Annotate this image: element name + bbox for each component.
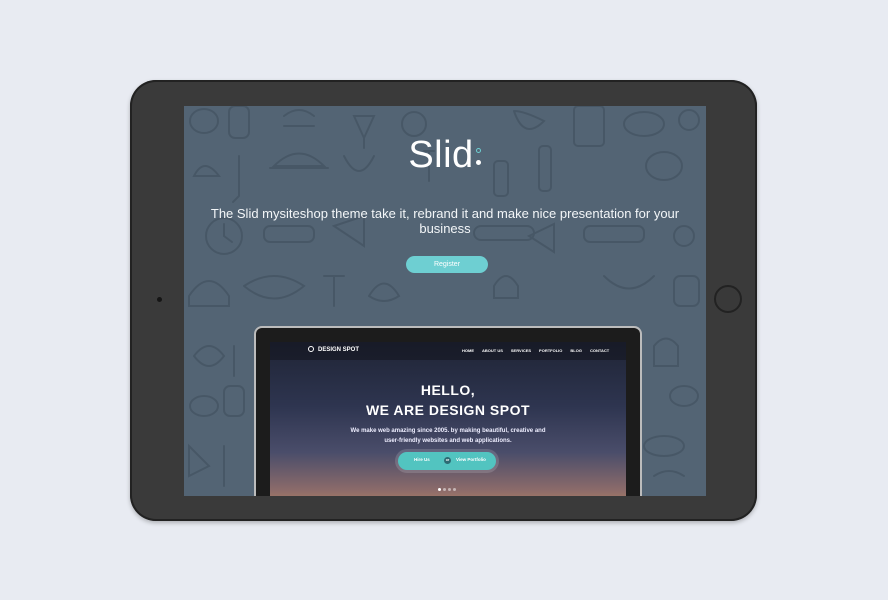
tablet-frame: Slid The Slid mysiteshop theme take it, … <box>130 80 757 521</box>
laptop-nav-menu: HOME ABOUT US SERVICES PORTFOLIO BLOG CO… <box>462 348 609 353</box>
slider-dot[interactable] <box>448 488 451 491</box>
nav-item-portfolio[interactable]: PORTFOLIO <box>539 348 562 353</box>
pattern-shape <box>673 275 700 307</box>
camera-icon <box>157 297 162 302</box>
laptop-mockup: DESIGN SPOT HOME ABOUT US SERVICES PORTF… <box>254 326 642 496</box>
tablet-screen: Slid The Slid mysiteshop theme take it, … <box>184 106 706 496</box>
laptop-cta-group: Hire Us or View Portfolio <box>398 452 496 470</box>
pattern-shape <box>193 345 226 367</box>
slid-logo: Slid <box>184 134 706 177</box>
pattern-shape <box>188 280 230 307</box>
laptop-headline-1: HELLO, <box>420 382 476 398</box>
nav-item-home[interactable]: HOME <box>462 348 474 353</box>
nav-item-about[interactable]: ABOUT US <box>482 348 503 353</box>
pattern-shape <box>669 385 699 407</box>
pattern-shape <box>368 282 401 302</box>
pattern-shape <box>653 470 685 477</box>
pattern-shape <box>603 275 655 290</box>
laptop-headline-2: WE ARE DESIGN SPOT <box>365 402 531 418</box>
pattern-shape <box>223 385 245 417</box>
home-button[interactable] <box>714 285 742 313</box>
laptop-hero-text: We make web amazing since 2005. by makin… <box>340 426 556 446</box>
pattern-shape <box>323 275 345 307</box>
pattern-shape <box>643 435 685 457</box>
hire-us-button[interactable]: Hire Us <box>414 457 430 462</box>
pattern-shape <box>623 111 665 137</box>
nav-item-services[interactable]: SERVICES <box>511 348 531 353</box>
slider-dot[interactable] <box>453 488 456 491</box>
pattern-shape <box>678 109 700 131</box>
laptop-body-1: We make web amazing since 2005. by makin… <box>350 428 546 434</box>
view-portfolio-button[interactable]: View Portfolio <box>456 457 486 462</box>
pattern-shape <box>401 111 427 137</box>
register-button[interactable]: Register <box>406 256 488 273</box>
nav-item-blog[interactable]: BLOG <box>570 348 582 353</box>
pattern-shape <box>243 275 306 300</box>
pattern-shape <box>283 109 315 127</box>
slider-dots[interactable] <box>438 488 456 491</box>
pattern-shape <box>493 275 519 299</box>
laptop-body-2: user-friendly websites and web applicati… <box>384 438 512 444</box>
tagline: The Slid mysiteshop theme take it, rebra… <box>210 206 680 236</box>
laptop-navbar: DESIGN SPOT HOME ABOUT US SERVICES PORTF… <box>270 342 626 360</box>
logo-text: Slid <box>408 134 474 176</box>
cta-or-badge: or <box>444 457 451 464</box>
laptop-brand: DESIGN SPOT <box>318 347 360 353</box>
pattern-shape <box>188 443 211 478</box>
pattern-shape <box>189 108 219 134</box>
logo-dots-icon <box>475 134 482 174</box>
pattern-shape <box>189 395 219 417</box>
pattern-shape <box>653 337 679 367</box>
slider-dot[interactable] <box>443 488 446 491</box>
brand-circle-icon <box>308 346 314 352</box>
slider-dot[interactable] <box>438 488 441 491</box>
nav-item-contact[interactable]: CONTACT <box>590 348 609 353</box>
laptop-screen: DESIGN SPOT HOME ABOUT US SERVICES PORTF… <box>270 342 626 496</box>
pattern-shape <box>513 110 546 130</box>
